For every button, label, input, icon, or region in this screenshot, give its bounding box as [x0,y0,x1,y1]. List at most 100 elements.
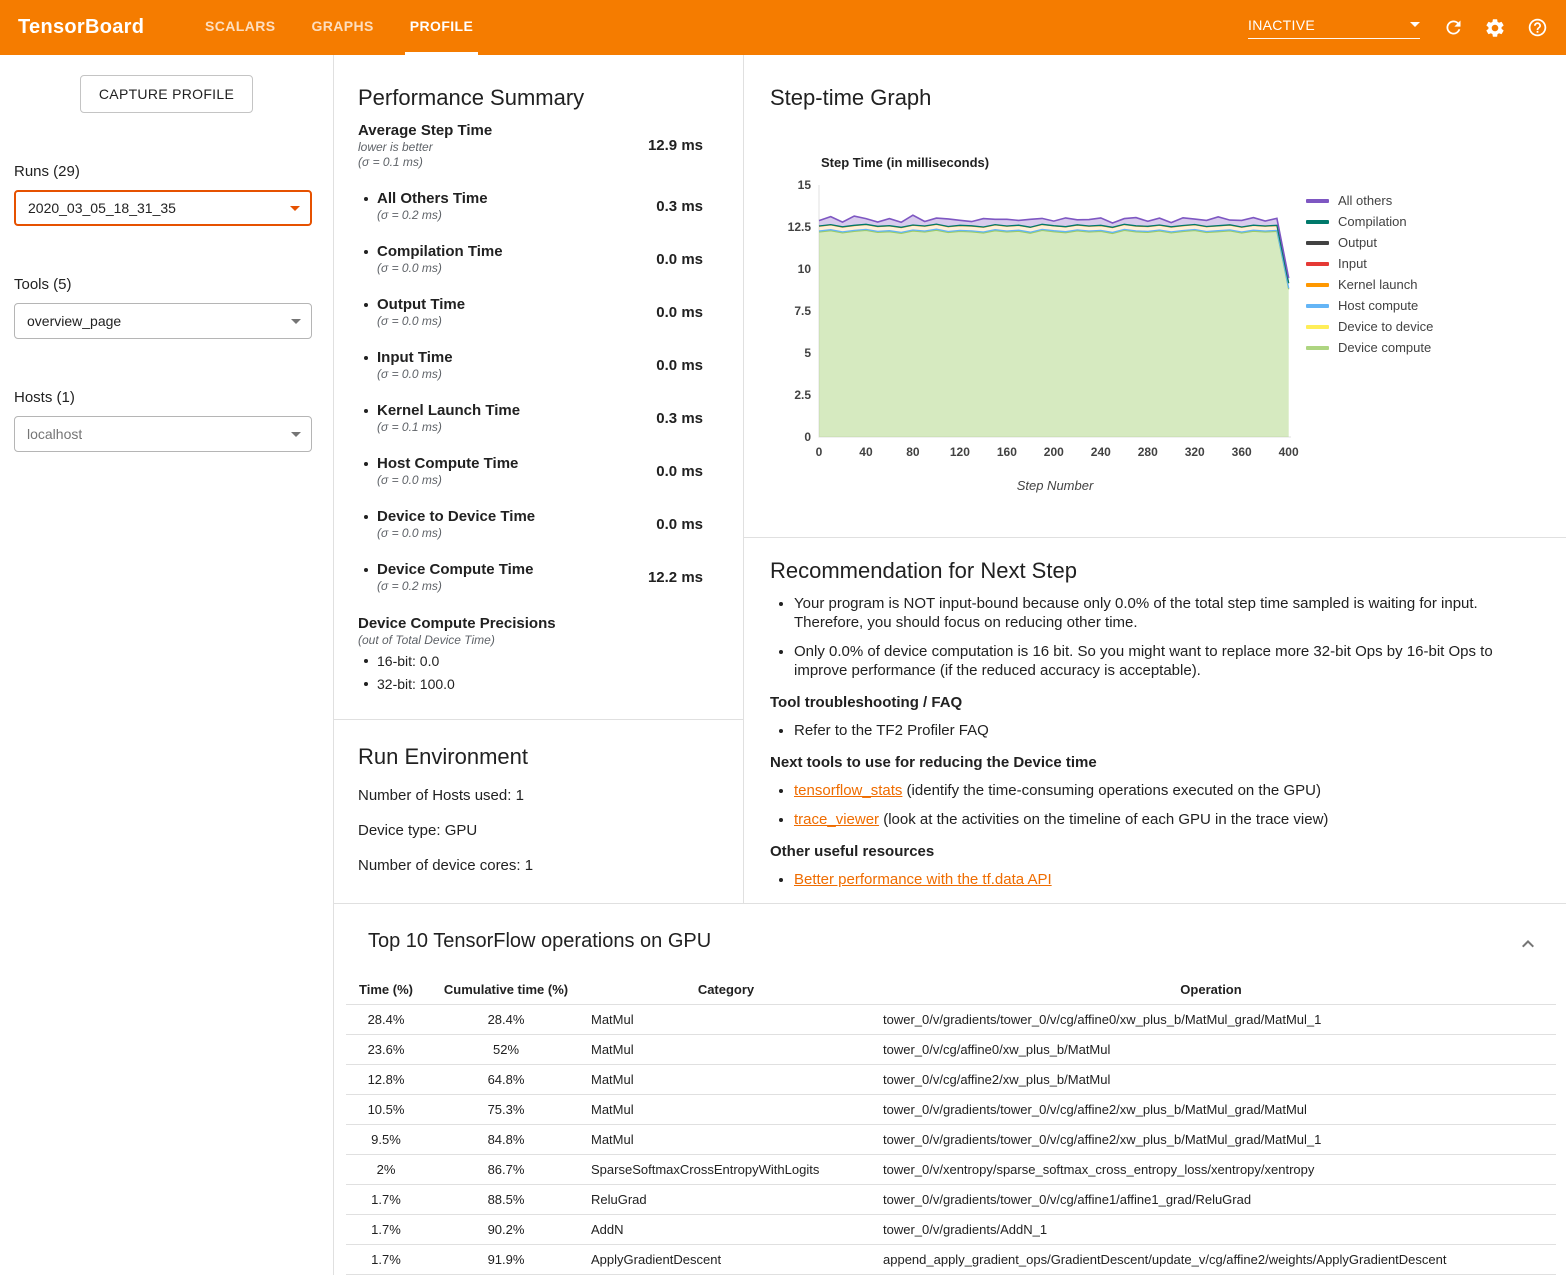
table-row: 9.5%84.8%MatMultower_0/v/gradients/tower… [346,1125,1556,1155]
svg-text:2.5: 2.5 [794,388,811,402]
perf-item-text: Compilation Time(σ = 0.0 ms) [377,242,503,276]
hosts-dropdown[interactable]: localhost [14,416,312,452]
chart-legend: All othersCompilationOutputInputKernel l… [1306,190,1433,358]
table-row: 1.7%88.5%ReluGradtower_0/v/gradients/tow… [346,1185,1556,1215]
tab-graphs[interactable]: GRAPHS [306,0,378,55]
legend-swatch [1306,283,1329,287]
table-cell: tower_0/v/gradients/AddN_1 [866,1215,1556,1244]
bullet-icon [364,197,368,201]
table-cell: tower_0/v/gradients/tower_0/v/cg/affine1… [866,1185,1556,1214]
tool-link[interactable]: tensorflow_stats [794,782,902,799]
legend-item: All others [1306,190,1433,211]
perf-summary-item: Compilation Time(σ = 0.0 ms)0.0 ms [358,242,703,276]
precision-text: 16-bit: 0.0 [377,652,439,671]
bullet-icon [364,303,368,307]
metric-label: Device to Device Time [377,507,535,526]
svg-text:320: 320 [1185,445,1205,459]
table-cell: 75.3% [426,1095,586,1124]
tool-suggestion: trace_viewer (look at the activities on … [794,810,1526,829]
legend-swatch [1306,262,1329,266]
app-title: TensorBoard [18,0,200,55]
tab-scalars[interactable]: SCALARS [200,0,280,55]
top-ops-card: Top 10 TensorFlow operations on GPU Time… [334,903,1566,1275]
tools-dropdown[interactable]: overview_page [14,303,312,339]
bullet-icon [364,515,368,519]
table-cell: 9.5% [346,1125,426,1154]
table-row: 2%86.7%SparseSoftmaxCrossEntropyWithLogi… [346,1155,1556,1185]
tools-group: Tools (5) overview_page [0,276,333,339]
tool-link[interactable]: trace_viewer [794,811,879,828]
perf-item-text: Device Compute Time(σ = 0.2 ms) [377,560,533,594]
run-env-line: Number of device cores: 1 [358,856,719,875]
legend-label: Compilation [1338,214,1407,229]
collapse-chevron-up-icon[interactable] [1516,932,1540,956]
table-cell: ReluGrad [586,1185,866,1214]
table-cell: 1.7% [346,1185,426,1214]
step-time-chart: 02.557.51012.515040801201602002402803203… [770,119,1566,499]
legend-label: Device compute [1338,340,1431,355]
settings-gear-icon[interactable] [1482,15,1508,41]
bullet-icon [364,356,368,360]
run-env-line: Number of Hosts used: 1 [358,786,719,805]
metric-label: Average Step Time [358,121,492,140]
table-cell: 23.6% [346,1035,426,1064]
table-cell: 86.7% [426,1155,586,1184]
metric-value: 0.0 ms [656,304,703,321]
status-dropdown[interactable]: INACTIVE [1248,17,1420,39]
faq-item: Refer to the TF2 Profiler FAQ [794,721,1526,740]
perf-item-text: All Others Time(σ = 0.2 ms) [377,189,488,223]
table-row: 23.6%52%MatMultower_0/v/cg/affine0/xw_pl… [346,1035,1556,1065]
page-content: CAPTURE PROFILE Runs (29) 2020_03_05_18_… [0,55,1566,1275]
metric-sigma: (σ = 0.0 ms) [377,367,453,382]
table-cell: tower_0/v/gradients/tower_0/v/cg/affine2… [866,1095,1556,1124]
help-icon[interactable] [1524,15,1550,41]
svg-text:7.5: 7.5 [794,304,811,318]
perf-summary-item: Output Time(σ = 0.0 ms) 0.0 ms [358,295,703,329]
table-cell: MatMul [586,1095,866,1124]
tool-description: (identify the time-consuming operations … [902,782,1321,799]
app-header: TensorBoard SCALARS GRAPHS PROFILE INACTIV… [0,0,1566,55]
table-cell: AddN [586,1215,866,1244]
svg-text:12.5: 12.5 [788,220,812,234]
precision-item: 32-bit: 100.0 [358,675,703,694]
faq-list: Refer to the TF2 Profiler FAQ [770,721,1526,740]
capture-profile-button[interactable]: CAPTURE PROFILE [80,75,253,113]
legend-item: Kernel launch [1306,274,1433,295]
legend-label: Input [1338,256,1367,271]
table-cell: ApplyGradientDescent [586,1245,866,1274]
table-cell: 88.5% [426,1185,586,1214]
recommendation-bullet: Your program is NOT input-bound because … [794,594,1526,632]
hosts-value: localhost [27,426,82,442]
table-cell: 1.7% [346,1245,426,1274]
metric-value: 12.9 ms [648,137,703,154]
refresh-icon[interactable] [1440,15,1466,41]
bullet-icon [364,568,368,572]
svg-text:160: 160 [997,445,1017,459]
table-row: 12.8%64.8%MatMultower_0/v/cg/affine2/xw_… [346,1065,1556,1095]
column-header: Operation [866,975,1556,1004]
bullet-icon [364,250,368,254]
table-header-row: Time (%)Cumulative time (%)CategoryOpera… [346,975,1556,1005]
table-cell: 84.8% [426,1125,586,1154]
metric-value: 0.3 ms [656,198,703,215]
table-cell: 91.9% [426,1245,586,1274]
legend-label: Device to device [1338,319,1433,334]
chevron-down-icon [290,206,300,211]
metric-value: 0.3 ms [656,410,703,427]
legend-swatch [1306,199,1329,203]
precisions-note: (out of Total Device Time) [358,633,703,648]
hosts-group: Hosts (1) localhost [0,389,333,452]
table-cell: tower_0/v/cg/affine0/xw_plus_b/MatMul [866,1035,1556,1064]
table-cell: 28.4% [346,1005,426,1034]
perf-item-text: Output Time(σ = 0.0 ms) [377,295,465,329]
tool-suggestion: tensorflow_stats (identify the time-cons… [794,781,1526,800]
svg-text:80: 80 [906,445,920,459]
runs-dropdown[interactable]: 2020_03_05_18_31_35 [14,190,312,226]
tab-profile[interactable]: PROFILE [405,0,478,55]
tfdata-performance-link[interactable]: Better performance with the tf.data API [794,871,1052,888]
metric-list: All Others Time(σ = 0.2 ms) 0.3 ms Compila… [358,189,703,594]
recommendation-title: Recommendation for Next Step [770,558,1526,584]
table-cell: 2% [346,1155,426,1184]
step-time-graph-card: Step-time Graph 02.557.51012.51504080120… [744,55,1566,538]
table-row: 10.5%75.3%MatMultower_0/v/gradients/towe… [346,1095,1556,1125]
